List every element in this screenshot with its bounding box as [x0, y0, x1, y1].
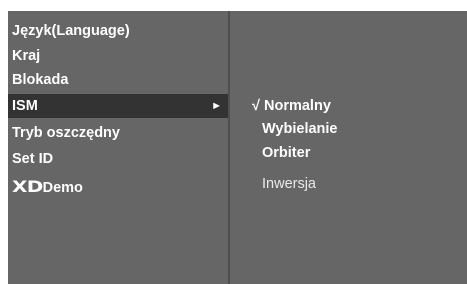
option-inversion: Inwersja [262, 174, 316, 194]
main-menu: Język(Language) Kraj Blokada ISM ► Tryb … [8, 11, 228, 284]
submenu-arrow-icon: ► [211, 100, 222, 112]
osd-menu: Język(Language) Kraj Blokada ISM ► Tryb … [8, 11, 467, 284]
demo-label: Demo [42, 180, 83, 196]
option-orbiter[interactable]: Orbiter [262, 143, 310, 163]
menu-item-label: Blokada [12, 72, 69, 88]
check-mark-icon: √ [252, 98, 260, 114]
menu-item-label: Kraj [12, 48, 41, 64]
option-label: Normalny [264, 98, 331, 114]
menu-item-ism[interactable]: ISM ► [8, 94, 228, 118]
menu-item-set-id[interactable]: Set ID [8, 147, 228, 171]
menu-item-label: XDDemo [12, 175, 83, 200]
menu-item-country[interactable]: Kraj [8, 44, 228, 68]
ism-submenu: √ Normalny Wybielanie Orbiter Inwersja [230, 11, 467, 284]
xd-logo: XD [12, 177, 43, 196]
menu-item-label: ISM [12, 98, 38, 114]
menu-item-xd-demo[interactable]: XDDemo [8, 175, 228, 199]
menu-item-label: Set ID [12, 151, 54, 167]
option-label: Wybielanie [262, 121, 338, 137]
menu-item-label: Tryb oszczędny [12, 125, 120, 141]
option-label: Inwersja [262, 176, 316, 192]
menu-item-power-saving[interactable]: Tryb oszczędny [8, 121, 228, 145]
option-normal[interactable]: √ Normalny [252, 96, 331, 116]
option-label: Orbiter [262, 145, 311, 161]
option-white-wash[interactable]: Wybielanie [262, 119, 337, 139]
menu-item-language[interactable]: Język(Language) [8, 19, 228, 43]
menu-item-label: Język(Language) [12, 23, 130, 39]
menu-item-lock[interactable]: Blokada [8, 68, 228, 92]
